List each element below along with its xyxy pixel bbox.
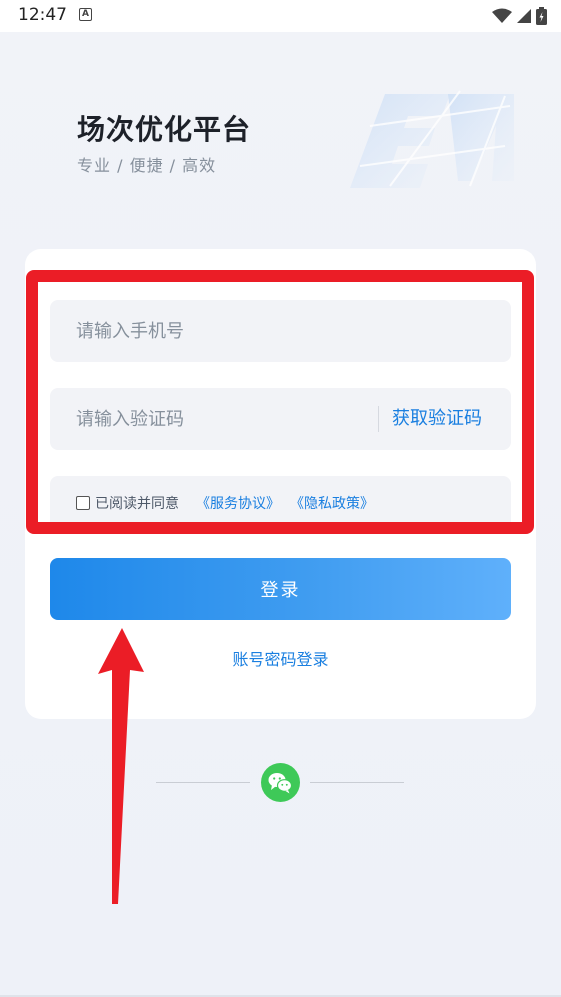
privacy-policy-link[interactable]: 《隐私政策》	[290, 493, 374, 513]
app-title: 场次优化平台	[77, 113, 252, 146]
password-login-link[interactable]: 账号密码登录	[0, 646, 561, 670]
service-agreement-link[interactable]: 《服务协议》	[196, 493, 280, 513]
wifi-icon	[492, 8, 512, 23]
battery-icon	[536, 7, 547, 25]
wechat-login-button[interactable]	[261, 763, 300, 802]
field-divider	[378, 406, 379, 432]
phone-field[interactable]	[50, 300, 511, 362]
status-bar: 12:47 A	[0, 0, 561, 32]
wechat-icon	[268, 773, 293, 794]
brand-logo-watermark	[350, 90, 514, 188]
status-time: 12:47	[18, 5, 67, 25]
app-slogan: 专业 / 便捷 / 高效	[77, 156, 217, 175]
agreement-checkbox[interactable]	[76, 496, 90, 510]
signal-icon	[517, 9, 531, 23]
divider-right	[310, 782, 404, 783]
agreement-row: 已阅读并同意 《服务协议》 《隐私政策》	[50, 476, 511, 528]
divider-left	[156, 782, 250, 783]
verification-code-input[interactable]	[76, 388, 366, 450]
phone-input[interactable]	[76, 300, 366, 362]
notification-a-icon: A	[79, 8, 92, 21]
get-code-button[interactable]: 获取验证码	[392, 388, 482, 450]
verification-code-field[interactable]: 获取验证码	[50, 388, 511, 450]
agreement-text: 已阅读并同意	[95, 496, 179, 512]
status-icons	[492, 6, 547, 26]
login-button[interactable]: 登录	[50, 558, 511, 620]
login-screen: 12:47 A 场次优化平台 专业 / 便捷 / 高效 请输入手机号 请输入验证…	[0, 0, 561, 997]
